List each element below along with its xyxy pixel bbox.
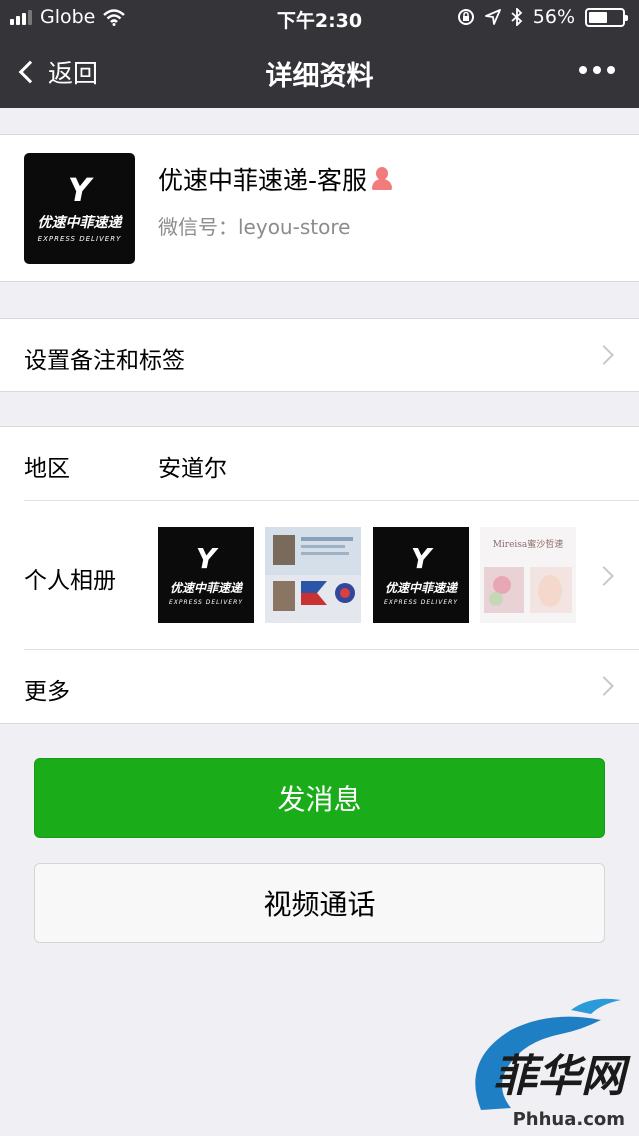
logo-brand: 优速中菲速递 xyxy=(37,215,122,231)
logo-subtitle: EXPRESS DELIVERY xyxy=(168,598,244,606)
photo-logo: Y 优速中菲速递 EXPRESS DELIVERY xyxy=(158,527,254,623)
watermark: 菲华网 Phhua.com xyxy=(451,990,631,1130)
watermark-text: 菲华网 xyxy=(493,1051,625,1102)
region-value: 安道尔 xyxy=(158,456,227,482)
photo-logo: Y 优速中菲速递 EXPRESS DELIVERY xyxy=(373,527,469,623)
video-call-button[interactable]: 视频通话 xyxy=(34,863,605,943)
product-image xyxy=(484,567,572,613)
logo-mark: Y xyxy=(410,541,432,575)
status-bar: Globe 下午2:30 56% xyxy=(0,0,639,36)
chevron-right-icon xyxy=(594,676,614,696)
logo-subtitle: EXPRESS DELIVERY xyxy=(37,235,122,243)
more-row[interactable]: 更多 xyxy=(0,650,639,724)
logo-mark: Y xyxy=(195,541,217,575)
album-photo[interactable] xyxy=(265,527,361,623)
logo-mark: Y xyxy=(67,171,92,209)
wechat-id: 微信号：leyou-store xyxy=(158,215,351,239)
nav-bar: 返回 详细资料 xyxy=(0,36,639,108)
more-label: 更多 xyxy=(24,679,70,705)
female-gender-icon xyxy=(371,167,393,191)
location-icon xyxy=(484,9,501,25)
logo-brand: 优速中菲速递 xyxy=(169,580,242,595)
battery-percent: 56% xyxy=(532,6,575,28)
battery-icon xyxy=(585,7,628,27)
profile-name: 优速中菲速递-客服 xyxy=(158,166,368,195)
id-card-image xyxy=(265,527,361,623)
region-label: 地区 xyxy=(24,456,70,482)
profile-name-row: 优速中菲速递-客服 xyxy=(158,161,393,197)
remark-tags-row[interactable]: 设置备注和标签 xyxy=(0,318,639,392)
info-card: 地区 安道尔 个人相册 Y 优速中菲速递 EXPRESS DELIVERY Y … xyxy=(0,426,639,724)
chevron-right-icon xyxy=(594,345,614,365)
logo-brand: 优速中菲速递 xyxy=(384,580,457,595)
avatar[interactable]: Y 优速中菲速递 EXPRESS DELIVERY xyxy=(24,153,135,264)
status-right: 56% xyxy=(457,6,628,28)
top-bar: Globe 下午2:30 56% 返回 详细资料 xyxy=(0,0,639,108)
profile-card: Y 优速中菲速递 EXPRESS DELIVERY 优速中菲速递-客服 微信号：… xyxy=(0,134,639,282)
chevron-right-icon xyxy=(594,566,614,586)
send-message-button[interactable]: 发消息 xyxy=(34,758,605,838)
bluetooth-icon xyxy=(511,8,523,26)
page-title: 详细资料 xyxy=(265,61,374,92)
orientation-lock-icon xyxy=(457,9,474,25)
battery-fill xyxy=(589,11,607,23)
album-photo[interactable]: Y 优速中菲速递 EXPRESS DELIVERY xyxy=(158,527,254,623)
remark-tags-label: 设置备注和标签 xyxy=(24,348,185,374)
album-photo[interactable]: Mireisa蜜沙哲速 xyxy=(480,527,576,623)
watermark-site: Phhua.com xyxy=(512,1109,625,1130)
logo-subtitle: EXPRESS DELIVERY xyxy=(383,598,459,606)
avatar-logo: Y 优速中菲速递 EXPRESS DELIVERY xyxy=(24,153,135,264)
more-options-icon[interactable] xyxy=(579,66,615,74)
album-label: 个人相册 xyxy=(24,568,116,594)
album-photo[interactable]: Y 优速中菲速递 EXPRESS DELIVERY xyxy=(373,527,469,623)
